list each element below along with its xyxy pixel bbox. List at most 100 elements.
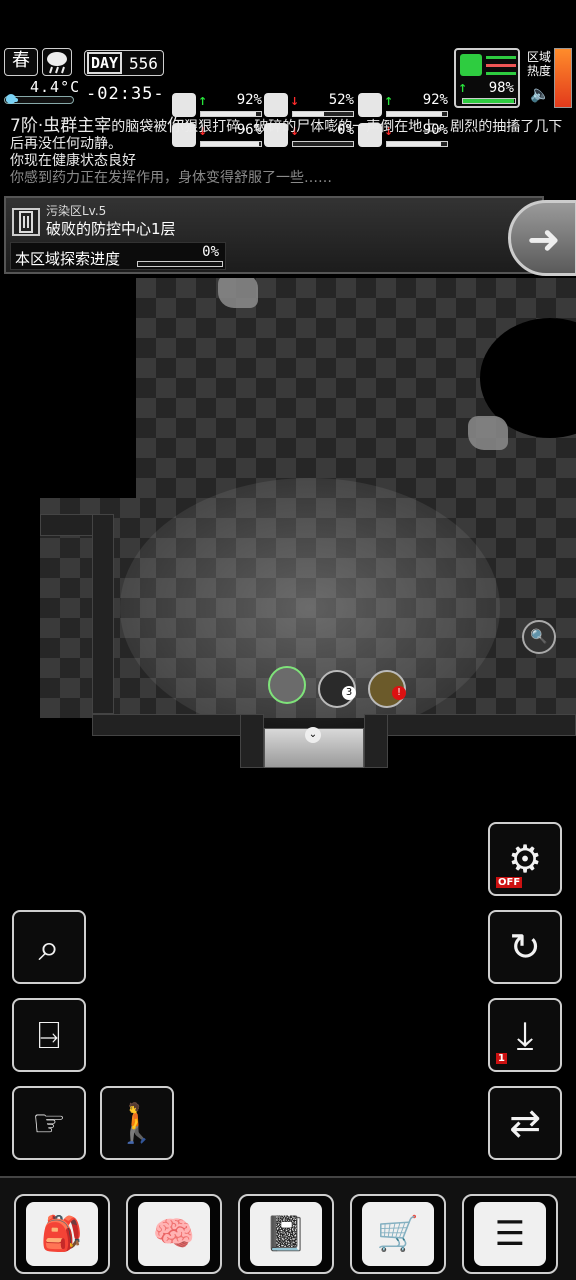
zone-name: 破败的防控中心1层 — [46, 220, 176, 238]
status-hud: 春 4.4°C DAY 556 -02:35- ↑ 92% ↓ 52% ↑ 92% ↓ 96%… — [0, 44, 576, 147]
stamina-fill — [463, 99, 514, 103]
cloud-rain-icon — [42, 48, 72, 76]
stat-fill — [293, 112, 325, 116]
bottom-menu-bar: 🎒 🧠 📓 🛒 ☰ — [0, 1176, 576, 1280]
search-area-button[interactable]: ⌕ — [12, 910, 86, 984]
temperature-readout: 4.4°C — [30, 78, 81, 96]
turret-arc-icon: ↻ — [509, 925, 541, 969]
list-menu-icon: ☰ — [474, 1202, 546, 1266]
walk-mode-button[interactable]: 🚶 — [100, 1086, 174, 1160]
region-heat-label: 区域热度 — [526, 50, 551, 78]
stamina-lines-3 — [486, 72, 516, 75]
magnifier-icon: 🔍 — [530, 629, 548, 645]
stamina-value: 98% — [488, 80, 514, 96]
stairway-exit[interactable]: ⌄ — [264, 727, 364, 768]
stat-fill — [201, 112, 257, 116]
backpack-icon: 🎒 — [26, 1202, 98, 1266]
player-token[interactable] — [268, 666, 306, 704]
log-line-2: 你现在健康状态良好 — [10, 153, 136, 169]
special-attack-button[interactable]: ↻ — [488, 910, 562, 984]
stat-value: 92% — [236, 92, 262, 108]
main-menu-button[interactable]: ☰ — [462, 1194, 558, 1274]
exploration-progress: 本区域探索进度 0% — [10, 242, 226, 270]
tap-arrow-icon: ☞ — [31, 1101, 67, 1145]
floor-map-button[interactable]: ⤓ 1 — [488, 998, 562, 1072]
shop-button[interactable]: 🛒 — [350, 1194, 446, 1274]
next-area-button[interactable]: ➜ — [508, 200, 576, 276]
speaker-icon[interactable]: 🔈 — [530, 84, 550, 103]
search-point[interactable]: 🔍 — [522, 620, 556, 654]
log-line-3: 你感到药力正在发挥作用，身体变得舒服了一些…… — [10, 170, 332, 186]
stamina-lines — [486, 56, 516, 59]
log-text: 的脑袋被 — [111, 119, 168, 135]
stamina-lines-2 — [486, 64, 516, 67]
enemy-token[interactable]: 3 — [318, 670, 356, 708]
wall-south — [92, 714, 264, 736]
stat-bar — [200, 111, 262, 117]
building-icon — [12, 208, 40, 236]
corpse-lootable[interactable] — [218, 278, 258, 308]
zone-level: 污染区Lv.5 — [46, 204, 107, 218]
stat-bar — [386, 111, 448, 117]
stamina-bar — [462, 98, 516, 104]
medkit-icon — [172, 93, 196, 117]
stat-armor: ↑ 92% — [358, 92, 450, 121]
stat-value: 52% — [328, 92, 354, 108]
helmet-icon — [358, 93, 382, 117]
thermometer-icon — [6, 94, 16, 104]
message-log[interactable]: 7阶·虫群主宰的脑袋被你狠狠打碎，破碎的尸体嘭的一声倒在地上，剧烈的抽搐了几下后… — [10, 118, 570, 187]
tap-move-button[interactable]: ☞ — [12, 1086, 86, 1160]
auto-attack-toggle-button[interactable]: ⚙ OFF — [488, 822, 562, 896]
brain-head-icon: 🧠 — [138, 1202, 210, 1266]
day-counter: DAY 556 — [84, 50, 164, 76]
boot-icon — [460, 54, 482, 76]
walking-person-icon: 🚶 — [113, 1101, 161, 1145]
stamina-arrow: ↑ — [458, 82, 468, 95]
backpack-button[interactable]: 🎒 — [14, 1194, 110, 1274]
journal-button[interactable]: 📓 — [238, 1194, 334, 1274]
exit-door-icon: ⍈ — [37, 1013, 61, 1057]
game-clock: -02:35- — [86, 84, 165, 104]
log-line-1: 7阶·虫群主宰的脑袋被你狠狠打碎，破碎的尸体嘭的一声倒在地上，剧烈的抽搐了几下后… — [10, 118, 570, 153]
light-glow — [120, 478, 500, 738]
dungeon-map[interactable]: 🔍 3 ! ⌄ — [0, 278, 576, 768]
stat-trend-arrow: ↑ — [198, 95, 208, 108]
button-badge: 1 — [496, 1053, 507, 1064]
day-number: 556 — [129, 54, 158, 73]
stat-fill — [387, 112, 443, 116]
alert-badge: ! — [392, 686, 406, 700]
enemy-level-badge: 3 — [342, 686, 356, 700]
season-indicator: 春 — [4, 48, 38, 76]
npc-token[interactable]: ! — [368, 670, 406, 708]
wall-west-vertical — [92, 514, 114, 714]
exploration-label: 本区域探索进度 — [15, 250, 121, 268]
log-enemy-name: 7阶·虫群主宰 — [10, 116, 112, 136]
stat-trend-arrow: ↓ — [290, 95, 300, 108]
log-you: 你 — [167, 116, 185, 136]
stamina-panel: ↑ 98% — [454, 48, 520, 108]
day-label: DAY — [87, 52, 123, 74]
stat-health: ↑ 92% — [172, 92, 264, 121]
notebook-icon: 📓 — [250, 1202, 322, 1266]
stomach-icon — [264, 93, 288, 117]
soldier-switch-icon: ⇄ — [509, 1101, 541, 1145]
arrow-right-icon: ➜ — [527, 217, 561, 263]
stat-value: 92% — [422, 92, 448, 108]
location-panel: 污染区Lv.5 破败的防控中心1层 本区域探索进度 0% — [4, 196, 544, 274]
search-pin-icon: ⌕ — [38, 925, 60, 969]
exploration-percent: 0% — [202, 244, 219, 260]
corpse-lootable[interactable] — [468, 416, 508, 450]
cart-icon: 🛒 — [362, 1202, 434, 1266]
exit-area-button[interactable]: ⍈ — [12, 998, 86, 1072]
stat-bar — [292, 111, 354, 117]
skills-button[interactable]: 🧠 — [126, 1194, 222, 1274]
stat-trend-arrow: ↑ — [384, 95, 394, 108]
stat-hunger: ↓ 52% — [264, 92, 356, 121]
chevron-down-icon: ⌄ — [305, 727, 321, 743]
exploration-bar — [137, 261, 223, 267]
stance-switch-button[interactable]: ⇄ — [488, 1086, 562, 1160]
region-heat-meter — [554, 48, 572, 108]
button-badge: OFF — [496, 877, 523, 888]
wall-door-right — [364, 714, 388, 768]
wall-door-left — [240, 714, 264, 768]
